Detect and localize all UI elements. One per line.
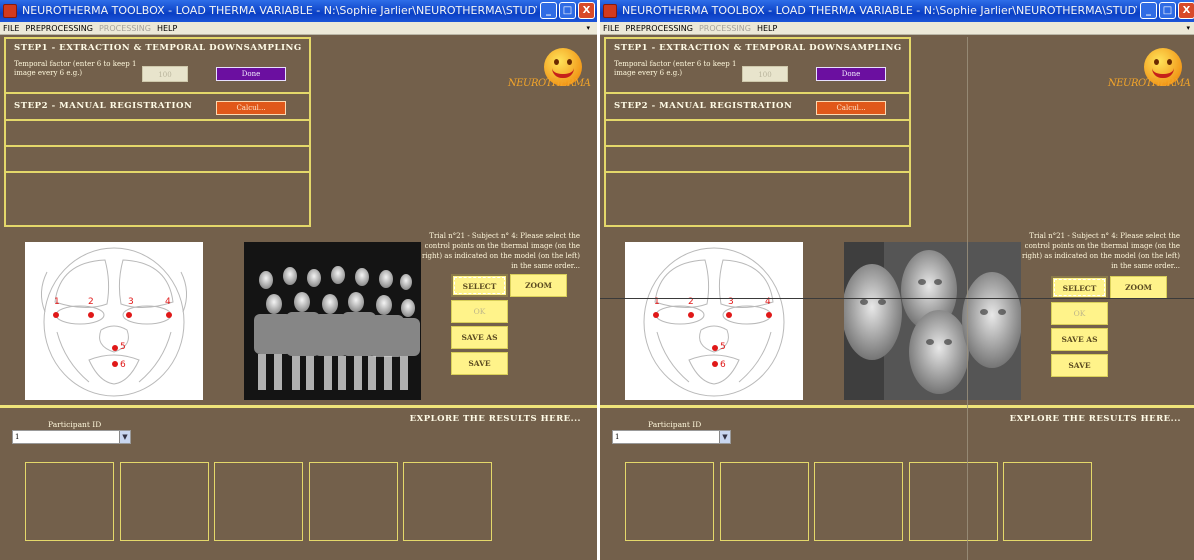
model-point-4: 4 [165,297,171,307]
logo-text: NEUROTHERMA [1108,78,1191,89]
model-point-1: 1 [54,297,60,307]
chevron-down-icon[interactable]: ▼ [119,431,130,443]
participant-label: Participant ID [648,420,702,429]
face-model-image: 1 2 3 4 5 6 [25,242,203,400]
participant-label: Participant ID [48,420,102,429]
title-bar: NEUROTHERMA TOOLBOX - LOAD THERMA VARIAB… [600,0,1194,22]
temporal-factor-hint: Temporal factor (enter 6 to keep 1 image… [614,60,737,77]
section-divider [600,405,1194,408]
window-title: NEUROTHERMA TOOLBOX - LOAD THERMA VARIAB… [622,4,1137,17]
step-row-empty-3 [606,173,909,225]
menu-file[interactable]: FILE [0,22,22,35]
thermal-image[interactable] [244,242,421,400]
minimize-button[interactable]: _ [1140,2,1157,19]
done-button[interactable]: Done [816,67,886,81]
instruction-text: Trial n°21 - Subject n° 4: Please select… [421,232,580,270]
step-row-empty-3 [6,173,309,225]
model-point-5: 5 [120,342,126,352]
chevron-down-icon[interactable]: ▼ [719,431,730,443]
menu-bar: FILE PREPROCESSING PROCESSING HELP ▾ [600,22,1194,35]
result-box-3 [814,462,903,541]
window-title: NEUROTHERMA TOOLBOX - LOAD THERMA VARIAB… [22,4,537,17]
result-box-5 [403,462,492,541]
minimize-button[interactable]: _ [540,2,557,19]
result-box-5 [1003,462,1092,541]
save-button[interactable]: SAVE [1051,354,1108,377]
step1-heading: STEP1 - EXTRACTION & TEMPORAL DOWNSAMPLI… [14,43,302,53]
result-box-3 [214,462,303,541]
section-divider [0,405,597,408]
model-point-3: 3 [128,297,134,307]
save-as-button[interactable]: SAVE AS [451,326,508,349]
face-model-image: 1 2 3 4 5 6 [625,242,803,400]
menu-processing: PROCESSING [698,24,751,33]
ok-button[interactable]: OK [451,300,508,323]
menu-file[interactable]: FILE [600,22,622,35]
neurotherma-logo: NEUROTHERMA [508,48,591,104]
step1-heading: STEP1 - EXTRACTION & TEMPORAL DOWNSAMPLI… [614,43,902,53]
zoom-button[interactable]: ZOOM [510,274,567,297]
neurotherma-logo: NEUROTHERMA [1108,48,1191,104]
menu-processing: PROCESSING [98,24,151,33]
menu-overflow-icon[interactable]: ▾ [1183,22,1193,35]
step-row-empty-2 [606,147,909,173]
steps-panel: STEP1 - EXTRACTION & TEMPORAL DOWNSAMPLI… [604,37,911,227]
step2-heading: STEP2 - MANUAL REGISTRATION [14,101,193,111]
thermal-image-zoomed[interactable] [844,242,1021,400]
step2-heading: STEP2 - MANUAL REGISTRATION [614,101,793,111]
temporal-factor-input[interactable]: 100 [742,66,788,82]
temporal-factor-input[interactable]: 100 [142,66,188,82]
result-box-4 [909,462,998,541]
crosshair-horizontal [600,298,1194,299]
toolbox-window-2: NEUROTHERMA TOOLBOX - LOAD THERMA VARIAB… [600,0,1194,560]
participant-select[interactable]: 1 ▼ [12,430,131,444]
model-point-6: 6 [120,360,126,370]
maximize-button[interactable]: □ [1159,2,1176,19]
matlab-app-icon [603,4,617,18]
maximize-button[interactable]: □ [559,2,576,19]
close-button[interactable]: X [1178,2,1194,19]
logo-text: NEUROTHERMA [508,78,591,89]
menu-bar: FILE PREPROCESSING PROCESSING HELP ▾ [0,22,597,35]
step1-row: STEP1 - EXTRACTION & TEMPORAL DOWNSAMPLI… [6,39,309,94]
save-as-button[interactable]: SAVE AS [1051,328,1108,351]
step-row-empty-2 [6,147,309,173]
result-box-1 [625,462,714,541]
result-box-1 [25,462,114,541]
save-button[interactable]: SAVE [451,352,508,375]
menu-help[interactable]: HELP [754,22,780,35]
steps-panel: STEP1 - EXTRACTION & TEMPORAL DOWNSAMPLI… [4,37,311,227]
result-box-2 [720,462,809,541]
model-point-6: 6 [720,360,726,370]
calcul-button[interactable]: Calcul... [216,101,286,115]
step1-row: STEP1 - EXTRACTION & TEMPORAL DOWNSAMPLI… [606,39,909,94]
matlab-app-icon [3,4,17,18]
model-point-5: 5 [720,342,726,352]
close-button[interactable]: X [578,2,595,19]
zoom-button[interactable]: ZOOM [1110,276,1167,299]
menu-overflow-icon[interactable]: ▾ [583,22,593,35]
instruction-text: Trial n°21 - Subject n° 4: Please select… [1021,232,1180,270]
menu-preprocessing[interactable]: PREPROCESSING [622,22,695,35]
explore-heading: EXPLORE THE RESULTS HERE... [409,414,581,424]
model-point-2: 2 [88,297,94,307]
temporal-factor-hint: Temporal factor (enter 6 to keep 1 image… [14,60,137,77]
step-row-empty-1 [6,121,309,147]
result-box-2 [120,462,209,541]
participant-value: 1 [615,433,620,441]
step-row-empty-1 [606,121,909,147]
result-box-4 [309,462,398,541]
explore-heading: EXPLORE THE RESULTS HERE... [1009,414,1181,424]
toolbox-window-1: NEUROTHERMA TOOLBOX - LOAD THERMA VARIAB… [0,0,597,560]
ok-button[interactable]: OK [1051,302,1108,325]
done-button[interactable]: Done [216,67,286,81]
select-button[interactable]: SELECT [1051,276,1108,299]
title-bar: NEUROTHERMA TOOLBOX - LOAD THERMA VARIAB… [0,0,597,22]
menu-preprocessing[interactable]: PREPROCESSING [22,22,95,35]
participant-select[interactable]: 1 ▼ [612,430,731,444]
menu-help[interactable]: HELP [154,22,180,35]
calcul-button[interactable]: Calcul... [816,101,886,115]
participant-value: 1 [15,433,20,441]
select-button[interactable]: SELECT [451,274,508,297]
